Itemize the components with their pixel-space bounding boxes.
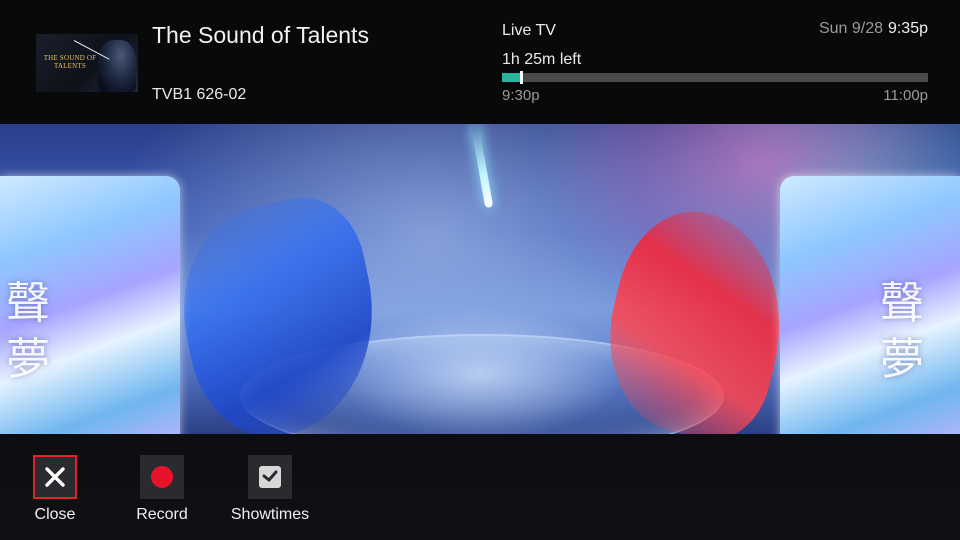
current-time: 9:35p: [887, 20, 928, 37]
progress-fill: [502, 73, 522, 82]
action-bar: Close Record Showtimes: [0, 434, 960, 540]
current-date: Sun 9/28: [818, 20, 883, 37]
program-progress-bar: [502, 71, 928, 84]
right-screen-panel: 聲 夢: [780, 176, 960, 434]
program-title: The Sound of Talents: [152, 22, 369, 48]
showtimes-button[interactable]: Showtimes: [220, 455, 320, 524]
channel-number: TVB1 626-02: [152, 86, 247, 103]
showtimes-button-tile[interactable]: [248, 455, 292, 499]
conductor-figure: [98, 40, 136, 92]
program-info-bar: THE SOUND OF TALENTS The Sound of Talent…: [0, 0, 960, 124]
right-calligraphy: 聲 夢: [880, 278, 924, 385]
left-screen-panel: 聲 夢: [0, 176, 180, 434]
thumbnail-logo-text: THE SOUND OF TALENTS: [43, 54, 97, 70]
progress-position-marker: [520, 71, 524, 84]
record-button[interactable]: Record: [112, 455, 212, 524]
start-time: 9:30p: [502, 87, 540, 104]
time-remaining: 1h 25m left: [502, 51, 582, 68]
record-icon: [151, 466, 173, 488]
close-icon: [45, 467, 65, 487]
close-label: Close: [34, 506, 76, 523]
end-time: 11:00p: [883, 87, 928, 104]
record-label: Record: [136, 506, 188, 523]
close-button[interactable]: Close: [5, 455, 105, 524]
left-calligraphy: 聲 夢: [6, 278, 50, 385]
close-button-tile[interactable]: [33, 455, 77, 499]
live-video-preview: 聲 夢 聲 夢: [0, 124, 960, 434]
showtimes-label: Showtimes: [230, 506, 310, 523]
live-tv-screen: THE SOUND OF TALENTS The Sound of Talent…: [0, 0, 960, 540]
live-tv-label: Live TV: [502, 22, 556, 39]
program-thumbnail: THE SOUND OF TALENTS: [36, 34, 138, 92]
showtimes-icon: [259, 466, 281, 488]
light-beam: [470, 124, 494, 209]
record-button-tile[interactable]: [140, 455, 184, 499]
